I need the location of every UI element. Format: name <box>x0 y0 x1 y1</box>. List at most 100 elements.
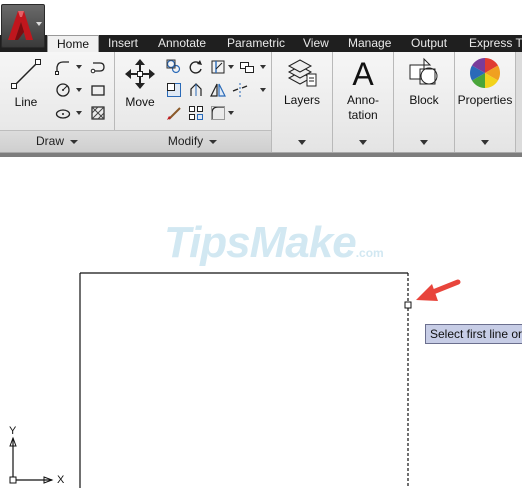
circle-button[interactable] <box>53 80 72 99</box>
layers-label: Layers <box>283 93 321 107</box>
red-arrow-icon <box>416 279 461 301</box>
array-icon <box>189 106 203 120</box>
layers-dropdown-icon[interactable] <box>298 140 306 145</box>
tooltip-text: Select first line or <box>430 327 522 341</box>
layers-icon <box>287 59 317 87</box>
tab-annotate[interactable]: Annotate <box>158 35 206 52</box>
line-icon <box>11 59 41 89</box>
application-menu-button[interactable] <box>1 4 45 48</box>
ucs-icon <box>9 436 54 484</box>
modify-panel-title[interactable]: Modify <box>114 130 271 152</box>
block-icon <box>409 57 438 85</box>
break-icon <box>232 83 248 97</box>
properties-label: Properties <box>457 93 513 107</box>
mirror-object-button[interactable] <box>208 80 227 99</box>
polyline-button[interactable] <box>53 57 72 76</box>
mirror-button[interactable] <box>164 80 183 99</box>
rectangle-icon <box>91 85 105 96</box>
ribbon: Line Draw Move Modify Layers A Anno- tat… <box>0 52 522 153</box>
chevron-down-icon <box>209 139 218 144</box>
ucs-x-label: X <box>57 474 65 486</box>
ellipse-dropdown-icon[interactable] <box>76 111 82 115</box>
tab-output[interactable]: Output <box>411 35 447 52</box>
trim-icon <box>211 60 225 74</box>
rotate-button[interactable] <box>186 57 205 76</box>
fillet-dropdown-icon[interactable] <box>228 111 234 115</box>
annotation-button[interactable]: A Anno- tation <box>340 56 386 123</box>
trim-button[interactable] <box>208 57 227 76</box>
polyline-icon <box>55 61 69 75</box>
draw-panel: Line Draw <box>0 52 115 152</box>
hatch-icon <box>91 106 105 120</box>
tab-manage[interactable]: Manage <box>348 35 391 52</box>
move-label: Move <box>125 95 155 109</box>
annotation-text-icon: A <box>352 56 374 92</box>
circle-dropdown-icon[interactable] <box>76 88 82 92</box>
break-dropdown-icon[interactable] <box>260 88 266 92</box>
modify-more-dropdown-icon[interactable] <box>260 65 266 69</box>
chevron-down-icon <box>36 22 42 26</box>
block-dropdown-icon[interactable] <box>420 140 428 145</box>
line-button[interactable]: Line <box>4 56 48 110</box>
rectangle-button[interactable] <box>88 80 107 99</box>
tab-view[interactable]: View <box>303 35 329 52</box>
ucs-y-label: Y <box>9 425 17 437</box>
title-bar <box>0 0 522 35</box>
arc-button[interactable] <box>53 103 72 122</box>
drawing-canvas[interactable]: TipsMake.com Y X Select first line or <box>0 157 522 488</box>
rotate-icon <box>189 60 202 74</box>
mirror-icon <box>210 83 226 97</box>
annotation-panel: A Anno- tation <box>333 52 394 152</box>
mirror-tool-button[interactable] <box>186 80 205 99</box>
move-icon <box>125 59 155 89</box>
array-button[interactable] <box>186 103 205 122</box>
break-button[interactable] <box>230 80 249 99</box>
spline-button[interactable] <box>88 57 107 76</box>
block-label: Block <box>409 93 439 107</box>
fillet-corner-icon <box>211 106 225 120</box>
canvas-graphics <box>9 272 461 488</box>
spline-icon <box>90 62 105 74</box>
properties-dropdown-icon[interactable] <box>481 140 489 145</box>
stretch-icon <box>167 83 181 97</box>
tab-home[interactable]: Home <box>47 35 100 52</box>
command-tooltip: Select first line or <box>425 324 522 344</box>
layers-button[interactable]: Layers <box>280 56 324 108</box>
block-button[interactable]: Block <box>402 56 446 108</box>
tab-express-tools[interactable]: Express To <box>469 35 522 52</box>
ribbon-overflow-edge <box>515 52 522 152</box>
pickbox-cursor-icon <box>404 301 412 309</box>
tab-insert[interactable]: Insert <box>108 35 138 52</box>
trim-dropdown-icon[interactable] <box>228 65 234 69</box>
ribbon-tab-bar: Home Insert Annotate Parametric View Man… <box>0 35 522 52</box>
autocad-logo-icon <box>8 11 33 40</box>
draw-panel-label: Draw <box>35 134 64 148</box>
scale-button[interactable] <box>164 103 183 122</box>
annotation-dropdown-icon[interactable] <box>359 140 367 145</box>
color-wheel-icon <box>469 57 501 88</box>
svg-text:A: A <box>352 56 374 90</box>
draw-panel-title[interactable]: Draw <box>0 130 114 152</box>
properties-button[interactable]: Properties <box>455 56 515 108</box>
tab-parametric[interactable]: Parametric <box>227 35 285 52</box>
block-panel: Block <box>394 52 455 152</box>
chevron-down-icon <box>70 139 78 144</box>
copy-icon <box>166 59 181 74</box>
annotation-label-line2: tation <box>348 108 378 122</box>
modify-panel-label: Modify <box>167 134 204 148</box>
modify-panel: Move Modify <box>114 52 272 152</box>
properties-panel: Properties <box>455 52 515 152</box>
brush-icon <box>167 107 181 120</box>
line-label: Line <box>14 95 38 109</box>
copy-button[interactable] <box>164 57 183 76</box>
polyline-dropdown-icon[interactable] <box>76 65 82 69</box>
move-button[interactable]: Move <box>118 56 162 110</box>
offset-button[interactable] <box>208 103 227 122</box>
annotation-label-line1: Anno- <box>346 93 380 107</box>
layers-panel: Layers <box>272 52 333 152</box>
circle-icon <box>56 83 70 97</box>
explode-icon <box>240 62 254 73</box>
fillet-icon <box>190 83 202 96</box>
erase-button[interactable] <box>237 57 256 76</box>
hatch-button[interactable] <box>88 103 107 122</box>
